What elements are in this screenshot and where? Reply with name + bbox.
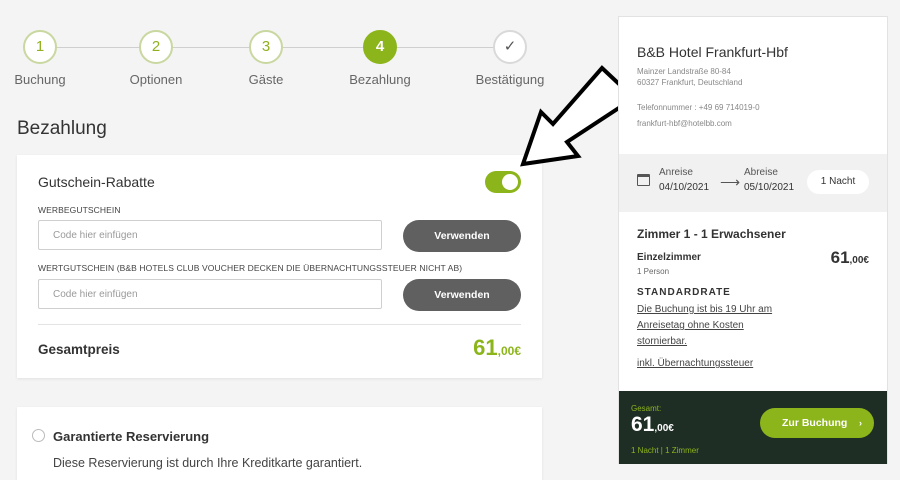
room-type: Einzelzimmer <box>637 252 701 263</box>
hotel-name: B&B Hotel Frankfurt-Hbf <box>637 44 788 60</box>
step-label: Optionen <box>129 72 183 87</box>
guaranteed-reservation-card[interactable]: Garantierte Reservierung Diese Reservier… <box>17 407 542 480</box>
arrival-date: 04/10/2021 <box>659 182 710 193</box>
step-number: 2 <box>139 30 173 64</box>
summary-bar: Gesamt: 61,00€ 1 Nacht | 1 Zimmer Zur Bu… <box>619 391 887 464</box>
apply-promo-button[interactable]: Verwenden <box>403 220 521 252</box>
hotel-email[interactable]: frankfurt-hbf@hotelbb.com <box>637 119 732 128</box>
step-optionen[interactable]: 2 Optionen <box>101 30 211 87</box>
hotel-phone: Telefonnummer : +49 69 714019-0 <box>637 103 760 112</box>
guarantee-radio[interactable] <box>32 429 45 442</box>
departure-date: 05/10/2021 <box>744 182 795 193</box>
promo-code-input[interactable] <box>38 220 382 250</box>
page-title: Bezahlung <box>17 118 107 139</box>
step-number: 1 <box>23 30 57 64</box>
voucher-toggle[interactable] <box>485 171 521 193</box>
guarantee-title: Garantierte Reservierung <box>53 429 210 444</box>
chevron-right-icon: › <box>859 418 862 428</box>
summary-price-main: 61 <box>631 413 655 436</box>
step-label: Buchung <box>14 72 66 87</box>
step-label: Bezahlung <box>349 72 411 87</box>
checkmark-icon: ✓ <box>493 30 527 64</box>
departure-label: Abreise <box>744 167 778 178</box>
total-price-label: Gesamtpreis <box>38 342 120 357</box>
voucher-title: Gutschein-Rabatte <box>38 174 155 190</box>
summary-details: 1 Nacht | 1 Zimmer <box>631 446 699 455</box>
guarantee-description: Diese Reservierung ist durch Ihre Kredit… <box>53 456 363 470</box>
policy-line: Anreisetag ohne Kosten <box>637 320 744 331</box>
policy-line: stornierbar. <box>637 336 688 347</box>
step-gaeste[interactable]: 3 Gäste <box>211 30 321 87</box>
progress-stepper: 1 Buchung 2 Optionen 3 Gäste 4 Bezahlung… <box>0 0 580 100</box>
value-voucher-input[interactable] <box>38 279 382 309</box>
value-voucher-label: WERTGUTSCHEIN (B&B HOTELS CLUB VOUCHER D… <box>38 263 463 273</box>
hotel-address-line1: Mainzer Landstraße 80-84 <box>637 67 731 76</box>
calendar-icon <box>637 174 650 186</box>
summary-label: Gesamt: <box>631 404 662 413</box>
summary-price: 61,00€ <box>631 413 674 437</box>
rate-title: STANDARDRATE <box>637 287 731 298</box>
arrival-label: Anreise <box>659 167 693 178</box>
room-price: 61,00€ <box>831 248 869 268</box>
step-bezahlung: 4 Bezahlung <box>325 30 435 87</box>
total-price-main: 61 <box>473 335 498 360</box>
total-price-cents: ,00€ <box>497 344 521 358</box>
cancellation-policy[interactable]: Die Buchung ist bis 19 Uhr am Anreisetag… <box>637 302 787 350</box>
book-button-label: Zur Buchung <box>782 417 848 429</box>
arrow-right-icon: ⟶ <box>720 174 741 190</box>
voucher-card: Gutschein-Rabatte WERBEGUTSCHEIN Verwend… <box>17 155 542 378</box>
room-title: Zimmer 1 - 1 Erwachsener <box>637 227 786 241</box>
apply-value-voucher-button[interactable]: Verwenden <box>403 279 521 311</box>
nights-badge: 1 Nacht <box>807 170 869 194</box>
booking-summary-sidebar: B&B Hotel Frankfurt-Hbf Mainzer Landstra… <box>618 16 888 464</box>
policy-line: Die Buchung ist bis 19 Uhr am <box>637 304 773 315</box>
divider <box>38 324 521 325</box>
step-buchung[interactable]: 1 Buchung <box>0 30 95 87</box>
step-number: 3 <box>249 30 283 64</box>
promo-code-label: WERBEGUTSCHEIN <box>38 205 121 215</box>
book-button[interactable]: Zur Buchung › <box>760 408 874 438</box>
stay-dates: Anreise 04/10/2021 ⟶ Abreise 05/10/2021 … <box>619 154 887 212</box>
step-number-active: 4 <box>363 30 397 64</box>
summary-price-cents: ,00€ <box>654 423 674 434</box>
step-label: Gäste <box>248 72 284 87</box>
toggle-knob <box>502 174 518 190</box>
room-price-main: 61 <box>830 248 850 267</box>
room-persons: 1 Person <box>637 267 670 276</box>
hotel-address-line2: 60327 Frankfurt, Deutschland <box>637 78 743 87</box>
total-price: 61,00€ <box>473 335 521 361</box>
tax-info-link[interactable]: inkl. Übernachtungssteuer <box>637 358 753 369</box>
room-price-cents: ,00€ <box>849 255 869 266</box>
